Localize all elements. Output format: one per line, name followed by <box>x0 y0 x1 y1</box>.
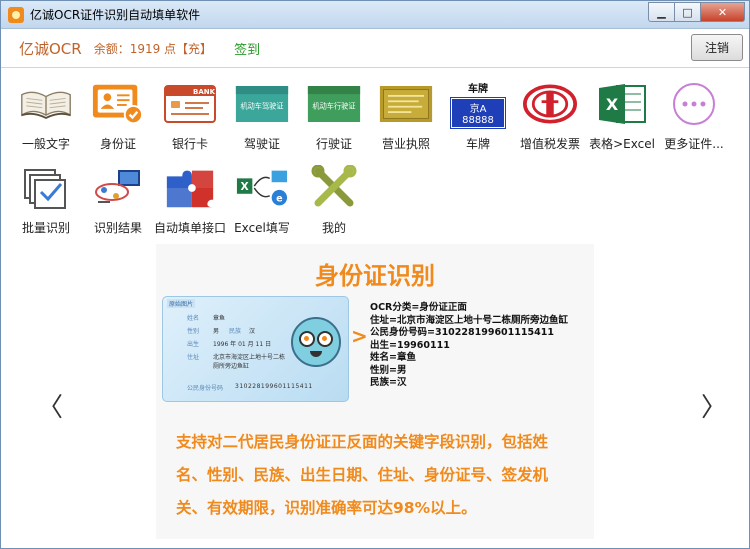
id-card-sample-image: 原始图片 姓名 章鱼 性别 男 民族 汉 出生 1996 年 01 月 11 日… <box>162 296 349 402</box>
ocr-line: 住址=北京市海淀区上地十号二栋厕所旁边鱼缸 <box>370 314 568 326</box>
tool-business-license[interactable]: 营业执照 <box>370 82 442 152</box>
tool-license-plate[interactable]: 车牌 京A 88888 车牌 <box>442 82 514 152</box>
next-slide-button[interactable]: 〉 <box>701 387 727 424</box>
tool-general-text[interactable]: 一般文字 <box>10 82 82 152</box>
window-controls: ▁ □ ✕ <box>648 2 745 22</box>
driver-license-icon: 机动车驾驶证 <box>235 82 289 126</box>
id-number-value: 310228199601115411 <box>235 383 313 390</box>
brand-name: 亿诚OCR <box>19 39 82 58</box>
svg-text:BANK: BANK <box>193 88 216 96</box>
tool-label: 驾驶证 <box>243 137 280 151</box>
plate-title: 车牌 <box>468 84 488 95</box>
tool-label: 增值税发票 <box>519 137 580 151</box>
ocr-line: 出生=19960111 <box>370 339 450 351</box>
arrow-right-icon: > <box>351 324 368 348</box>
birth-label: 出生 <box>187 341 200 348</box>
vat-invoice-icon <box>523 82 577 126</box>
birth-value: 1996 年 01 月 11 日 <box>213 341 272 348</box>
function-toolbar: 一般文字 身份证 BANK 银行卡 机动车驾驶证 驾驶证 机动车行驶证 行驶证 <box>1 68 749 245</box>
more-icon <box>667 82 721 126</box>
balance-link[interactable]: 余额：1919 点【充】 <box>94 40 212 57</box>
id-card-icon <box>91 82 145 126</box>
excel-icon: X <box>595 82 649 126</box>
puzzle-icon <box>163 166 217 210</box>
gender-value: 男 <box>213 328 220 335</box>
tool-autofill-api[interactable]: 自动填单接口 <box>154 166 226 236</box>
business-license-icon <box>379 82 433 126</box>
name-label: 姓名 <box>187 315 200 322</box>
ocr-line: OCR分类=身份证正面 <box>370 302 467 313</box>
address-line-1: 北京市海淀区上地十号二栋 <box>213 354 286 361</box>
name-value: 章鱼 <box>213 315 226 322</box>
slide-description: 支持对二代居民身份证正反面的关键字段识别，包括姓名、性别、民族、出生日期、住址、… <box>176 433 549 517</box>
tool-label: 表格>Excel <box>589 137 655 151</box>
tool-mine[interactable]: 我的 <box>298 165 370 236</box>
app-logo-icon <box>8 6 24 23</box>
card-text: 机动车驾驶证 <box>240 102 283 111</box>
logout-button[interactable]: 注销 <box>691 34 743 61</box>
license-plate-icon: 车牌 京A 88888 <box>450 82 506 129</box>
address-label: 住址 <box>187 354 200 361</box>
excel-fill-icon: Xe <box>235 166 289 210</box>
bank-card-icon: BANK <box>163 82 217 126</box>
ocr-line: 姓名=章鱼 <box>370 352 416 363</box>
svg-text:e: e <box>276 194 283 205</box>
tools-icon <box>307 165 361 210</box>
id-number-label: 公民身份号码 <box>187 385 224 392</box>
tool-more-docs[interactable]: 更多证件... <box>658 82 730 152</box>
ocr-result-text: OCR分类=身份证正面 住址=北京市海淀区上地十号二栋厕所旁边鱼缸 公民身份号码… <box>370 302 568 390</box>
result-icon <box>91 166 145 210</box>
ocr-line: 性别=男 <box>370 364 407 376</box>
tool-vat-invoice[interactable]: 增值税发票 <box>514 82 586 152</box>
octopus-mascot-photo <box>291 317 341 367</box>
tool-label: 营业执照 <box>381 137 430 151</box>
slide-title: 身份证识别 <box>315 262 435 290</box>
ocr-line: 公民身份号码=310228199601115411 <box>370 327 554 338</box>
tool-id-card[interactable]: 身份证 <box>82 82 154 152</box>
feature-carousel: 〈 〉 身份证识别 原始图片 姓名 章鱼 性别 男 民族 汉 出生 1996 年… <box>1 244 749 548</box>
nation-value: 汉 <box>249 328 256 335</box>
open-book-icon <box>19 82 73 126</box>
tool-label: 批量识别 <box>21 221 70 235</box>
tool-label: 银行卡 <box>171 137 208 151</box>
tool-label: 车牌 <box>465 137 490 151</box>
app-window: 亿诚OCR证件识别自动填单软件 ▁ □ ✕ 亿诚OCR 余额：1919 点【充】… <box>0 0 750 549</box>
slide-id-card: 身份证识别 原始图片 姓名 章鱼 性别 男 民族 汉 出生 1996 年 01 … <box>156 244 594 539</box>
window-title: 亿诚OCR证件识别自动填单软件 <box>30 8 201 22</box>
svg-text:X: X <box>606 95 619 114</box>
close-button[interactable]: ✕ <box>701 2 745 22</box>
plate-number: 京A 88888 <box>450 97 506 129</box>
tool-bank-card[interactable]: BANK 银行卡 <box>154 82 226 152</box>
maximize-button[interactable]: □ <box>675 2 701 22</box>
tool-table-excel[interactable]: X 表格>Excel <box>586 82 658 152</box>
tool-results[interactable]: 识别结果 <box>82 166 154 236</box>
tool-label: 身份证 <box>99 137 136 151</box>
tool-batch[interactable]: 批量识别 <box>10 166 82 236</box>
tool-label: Excel填写 <box>234 221 290 235</box>
tool-label: 我的 <box>321 221 346 235</box>
vehicle-license-icon: 机动车行驶证 <box>307 82 361 126</box>
tool-label: 行驶证 <box>315 137 352 151</box>
title-bar: 亿诚OCR证件识别自动填单软件 ▁ □ ✕ <box>1 1 749 29</box>
tool-label: 自动填单接口 <box>154 221 226 235</box>
tool-label: 识别结果 <box>93 221 142 235</box>
prev-slide-button[interactable]: 〈 <box>37 387 63 424</box>
ocr-line: 民族=汉 <box>370 377 407 388</box>
address-line-2: 厕所旁边鱼缸 <box>213 363 250 370</box>
original-image-tag: 原始图片 <box>167 299 196 308</box>
tool-driver-license[interactable]: 机动车驾驶证 驾驶证 <box>226 82 298 152</box>
tool-label: 更多证件... <box>664 137 724 151</box>
tool-vehicle-license[interactable]: 机动车行驶证 行驶证 <box>298 82 370 152</box>
gender-label: 性别 <box>187 328 200 335</box>
minimize-button[interactable]: ▁ <box>648 2 675 22</box>
tool-label: 一般文字 <box>21 137 70 151</box>
nation-label: 民族 <box>229 328 242 335</box>
svg-text:X: X <box>241 181 249 193</box>
tool-excel-fill[interactable]: Xe Excel填写 <box>226 166 298 236</box>
account-header: 亿诚OCR 余额：1919 点【充】 签到 注销 <box>1 29 749 68</box>
checkin-link[interactable]: 签到 <box>234 39 260 58</box>
card-text: 机动车行驶证 <box>312 102 355 111</box>
batch-icon <box>19 166 73 210</box>
